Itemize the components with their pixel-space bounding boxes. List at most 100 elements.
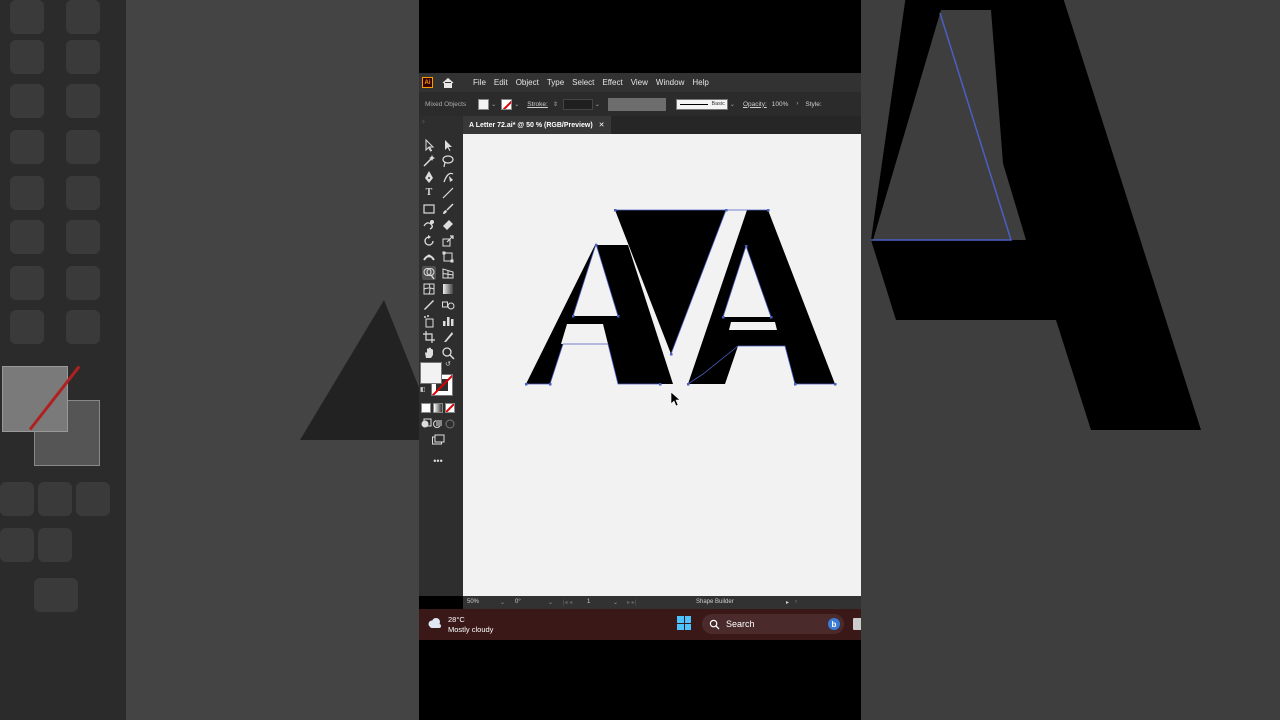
stroke-label[interactable]: Stroke:	[527, 101, 548, 108]
none-mode-button[interactable]	[445, 403, 455, 413]
rectangle-tool-icon[interactable]	[422, 202, 436, 216]
chevron-down-icon[interactable]: ⌄	[500, 599, 505, 606]
blurred-tool-icon	[66, 176, 100, 210]
last-artboard-icon[interactable]: ▸ ▸|	[627, 599, 636, 606]
line-tool-icon[interactable]	[441, 186, 455, 200]
opacity-value[interactable]: 100%	[772, 101, 789, 108]
chevron-down-icon[interactable]: ⌄	[613, 599, 618, 606]
shaper-tool-icon[interactable]	[422, 218, 436, 232]
style-label[interactable]: Style:	[805, 101, 821, 108]
taskbar-search[interactable]: Search b	[702, 614, 844, 634]
free-transform-tool-icon[interactable]	[441, 250, 455, 264]
panel-grip-icon[interactable]: ⁘	[421, 119, 426, 126]
zoom-level[interactable]: 50%	[467, 599, 479, 605]
blurred-tool-icon	[76, 482, 110, 516]
scale-tool-icon[interactable]	[441, 234, 455, 248]
type-tool-icon[interactable]: T	[422, 186, 436, 200]
mesh-tool-icon[interactable]	[422, 282, 436, 296]
draw-inside-icon[interactable]	[443, 417, 457, 431]
paintbrush-tool-icon[interactable]	[441, 202, 455, 216]
edit-toolbar-more-icon[interactable]: •••	[431, 454, 445, 468]
fill-color-swatch[interactable]	[420, 362, 442, 384]
taskbar-app-icon[interactable]	[853, 618, 861, 630]
chevron-down-icon[interactable]: ⌄	[514, 101, 519, 108]
swap-fill-stroke-icon[interactable]: ↺	[445, 360, 451, 368]
right-a-gap	[729, 322, 777, 330]
direct-selection-tool-icon[interactable]	[441, 138, 455, 152]
menu-type[interactable]: Type	[543, 73, 568, 92]
first-artboard-icon[interactable]: |◂ ◂	[563, 599, 572, 606]
blurred-tool-icon	[66, 84, 100, 118]
background-right-blur	[861, 0, 1280, 720]
default-colors-icon[interactable]: ◧	[420, 386, 426, 393]
magic-wand-tool-icon[interactable]	[422, 154, 436, 168]
fill-swatch[interactable]	[478, 98, 490, 110]
selection-tool-icon[interactable]	[422, 138, 436, 152]
chevron-down-icon[interactable]: ⌄	[595, 101, 600, 108]
gradient-tool-icon[interactable]	[441, 282, 455, 296]
opacity-label[interactable]: Opacity:	[743, 101, 767, 108]
screen-mode-icon[interactable]	[431, 433, 445, 447]
perspective-grid-tool-icon[interactable]	[441, 266, 455, 280]
menu-file[interactable]: File	[469, 73, 490, 92]
tab-document[interactable]: A Letter 72.ai* @ 50 % (RGB/Preview) ✕	[463, 116, 611, 134]
curvature-tool-icon[interactable]	[441, 170, 455, 184]
chevron-left-icon[interactable]: ‹	[795, 599, 797, 605]
menu-effect[interactable]: Effect	[598, 73, 626, 92]
shape-builder-tool-icon[interactable]	[422, 266, 436, 280]
zoom-tool-icon[interactable]	[441, 346, 455, 360]
chevron-right-icon[interactable]: ▸	[786, 599, 789, 606]
color-mode-button[interactable]	[421, 403, 431, 413]
hand-tool-icon[interactable]	[422, 346, 436, 360]
blend-tool-icon[interactable]	[441, 298, 455, 312]
variable-width-profile[interactable]	[607, 97, 666, 111]
tools-panel: ⁘ T ↺ ◧ •••	[419, 116, 463, 596]
windows-taskbar: 28°C Mostly cloudy Search b	[419, 609, 861, 640]
pen-tool-icon[interactable]	[422, 170, 436, 184]
menu-view[interactable]: View	[627, 73, 652, 92]
artboard-number[interactable]: 1	[587, 599, 590, 605]
blurred-tool-icon	[66, 130, 100, 164]
stroke-weight-field[interactable]	[562, 98, 593, 110]
symbol-sprayer-tool-icon[interactable]	[422, 314, 436, 328]
bing-icon[interactable]: b	[828, 618, 840, 630]
weather-temperature[interactable]: 28°C	[448, 615, 465, 624]
blurred-tool-icon	[34, 578, 78, 612]
eraser-tool-icon[interactable]	[441, 218, 455, 232]
current-tool-name[interactable]: Shape Builder	[696, 599, 734, 605]
artboard-tool-icon[interactable]	[422, 330, 436, 344]
rotation-value[interactable]: 0°	[515, 599, 521, 605]
blurred-tool-icon	[10, 130, 44, 164]
menu-object[interactable]: Object	[512, 73, 543, 92]
stroke-swatch[interactable]	[501, 98, 513, 110]
stroke-weight-stepper-icon[interactable]: ⇕	[553, 101, 558, 108]
width-tool-icon[interactable]	[422, 250, 436, 264]
eyedropper-tool-icon[interactable]	[422, 298, 436, 312]
menu-select[interactable]: Select	[568, 73, 598, 92]
chevron-down-icon[interactable]: ⌄	[548, 599, 553, 606]
chevron-down-icon[interactable]: ⌄	[730, 101, 735, 108]
windows-start-icon[interactable]	[677, 616, 691, 630]
blurred-tool-icon	[66, 266, 100, 300]
brush-definition[interactable]: Basic	[675, 98, 728, 110]
gradient-mode-button[interactable]	[433, 403, 443, 413]
menu-edit[interactable]: Edit	[490, 73, 512, 92]
close-icon[interactable]: ✕	[599, 121, 605, 129]
column-graph-tool-icon[interactable]	[441, 314, 455, 328]
chevron-right-icon[interactable]: ›	[796, 101, 798, 107]
menu-window[interactable]: Window	[652, 73, 688, 92]
menu-help[interactable]: Help	[688, 73, 712, 92]
artboard-canvas[interactable]	[463, 134, 861, 596]
brush-definition-label: Basic	[711, 100, 725, 107]
weather-description[interactable]: Mostly cloudy	[448, 625, 493, 634]
letter-artwork[interactable]	[463, 134, 861, 596]
slice-tool-icon[interactable]	[441, 330, 455, 344]
home-icon[interactable]	[442, 77, 454, 89]
chevron-down-icon[interactable]: ⌄	[491, 101, 496, 108]
blurred-tool-icon	[10, 84, 44, 118]
lasso-tool-icon[interactable]	[441, 154, 455, 168]
cloud-weather-icon[interactable]	[427, 617, 443, 629]
blurred-tool-icon	[10, 176, 44, 210]
blurred-letter-artwork	[871, 0, 1201, 430]
rotate-tool-icon[interactable]	[422, 234, 436, 248]
